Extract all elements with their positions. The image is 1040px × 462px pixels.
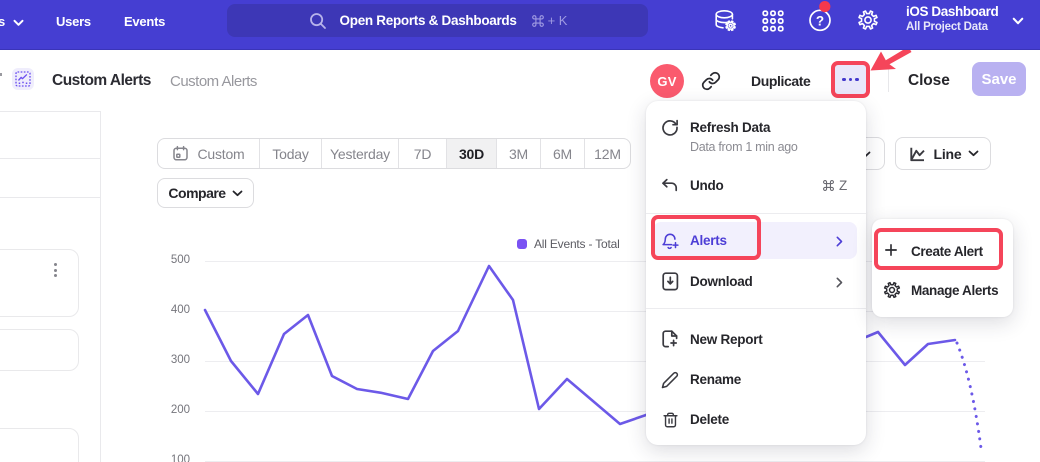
svg-text:?: ?	[816, 13, 824, 28]
